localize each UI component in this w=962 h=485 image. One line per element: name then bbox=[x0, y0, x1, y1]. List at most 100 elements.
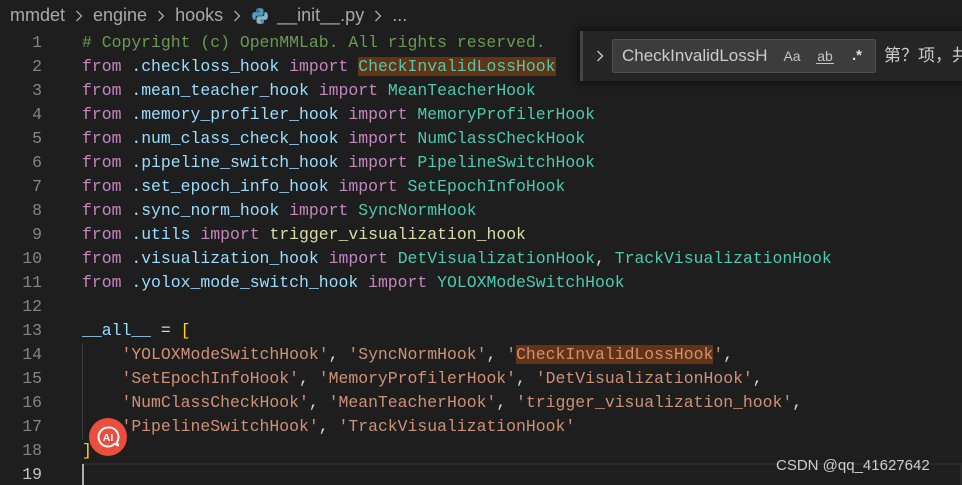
chevron-right-icon bbox=[158, 10, 165, 21]
breadcrumb-item-file[interactable]: __init__.py bbox=[277, 5, 364, 26]
line-content: from .checkloss_hook import CheckInvalid… bbox=[82, 55, 556, 79]
code-line-8[interactable]: 8 from .sync_norm_hook import SyncNormHoo… bbox=[0, 199, 962, 223]
code-token: import bbox=[318, 81, 388, 100]
code-line-9[interactable]: 9 from .utils import trigger_visualizatio… bbox=[0, 223, 962, 247]
code-token: 'SetEpochInfoHook' bbox=[82, 369, 300, 388]
code-token: import bbox=[348, 153, 418, 172]
line-number: 2 bbox=[32, 57, 42, 76]
find-input-box[interactable]: CheckInvalidLossH Aa ab .* bbox=[612, 39, 876, 73]
code-token: 'trigger_visualization_hook' bbox=[516, 393, 793, 412]
code-token: import bbox=[289, 57, 359, 76]
code-token: from bbox=[82, 129, 132, 148]
match-count: 第？项，共 bbox=[884, 46, 962, 65]
code-line-12[interactable]: 12 bbox=[0, 295, 962, 319]
ai-badge-label: AI bbox=[103, 432, 114, 444]
line-number: 18 bbox=[22, 441, 42, 460]
code-token: , bbox=[516, 369, 536, 388]
code-token: .set_epoch_info_hook bbox=[131, 177, 339, 196]
code-token: .mean_teacher_hook bbox=[131, 81, 319, 100]
code-token: from bbox=[82, 153, 132, 172]
find-input[interactable]: CheckInvalidLossH bbox=[622, 40, 774, 72]
code-line-3[interactable]: 3 from .mean_teacher_hook import MeanTeac… bbox=[0, 79, 962, 103]
code-token: ' bbox=[713, 345, 724, 364]
line-number: 16 bbox=[22, 393, 42, 412]
code-token: 'NumClassCheckHook' bbox=[82, 393, 309, 412]
line-content: from .mean_teacher_hook import MeanTeach… bbox=[82, 79, 536, 103]
breadcrumb-item-hooks[interactable]: hooks bbox=[175, 5, 223, 26]
line-content: 'SetEpochInfoHook', 'MemoryProfilerHook'… bbox=[82, 367, 762, 391]
code-token: from bbox=[82, 57, 132, 76]
code-line-10[interactable]: 10 from .visualization_hook import DetVis… bbox=[0, 247, 962, 271]
code-token: 'MemoryProfilerHook' bbox=[318, 369, 517, 388]
editor-window: mmdet engine hooks __init__.py ... 1 # Co… bbox=[0, 0, 962, 485]
code-line-13[interactable]: 13 __all__ = [ bbox=[0, 319, 962, 343]
code-editor[interactable]: 1 # Copyright (c) OpenMMLab. All rights r… bbox=[0, 31, 962, 485]
line-content: from .num_class_check_hook import NumCla… bbox=[82, 127, 585, 151]
code-line-6[interactable]: 6 from .pipeline_switch_hook import Pipel… bbox=[0, 151, 962, 175]
chevron-right-icon bbox=[76, 10, 83, 21]
code-token: import bbox=[368, 273, 438, 292]
line-content: # Copyright (c) OpenMMLab. All rights re… bbox=[82, 31, 546, 55]
code-token: , bbox=[318, 417, 339, 436]
breadcrumb-item-symbols[interactable]: ... bbox=[392, 5, 407, 26]
code-token: ' bbox=[506, 345, 517, 364]
code-line-14[interactable]: 14 'YOLOXModeSwitchHook', 'SyncNormHook'… bbox=[0, 343, 962, 367]
line-content: 'NumClassCheckHook', 'MeanTeacherHook', … bbox=[82, 391, 802, 415]
code-line-7[interactable]: 7 from .set_epoch_info_hook import SetEpo… bbox=[0, 175, 962, 199]
code-token: from bbox=[82, 81, 132, 100]
code-token: NumClassCheckHook bbox=[417, 129, 586, 148]
code-token: .memory_profiler_hook bbox=[131, 105, 349, 124]
match-whole-word-button[interactable]: ab bbox=[813, 45, 837, 67]
code-line-16[interactable]: 16 'NumClassCheckHook', 'MeanTeacherHook… bbox=[0, 391, 962, 415]
code-token: .yolox_mode_switch_hook bbox=[131, 273, 369, 292]
breadcrumb: mmdet engine hooks __init__.py ... bbox=[0, 0, 962, 31]
code-token: SetEpochInfoHook bbox=[407, 177, 566, 196]
code-line-5[interactable]: 5 from .num_class_check_hook import NumCl… bbox=[0, 127, 962, 151]
code-token: = bbox=[151, 321, 181, 340]
code-token: trigger_visualization_hook bbox=[269, 225, 526, 244]
breadcrumb-item-engine[interactable]: engine bbox=[93, 5, 147, 26]
code-line-17[interactable]: 17 'PipelineSwitchHook', 'TrackVisualiza… bbox=[0, 415, 962, 439]
line-content: from .visualization_hook import DetVisua… bbox=[82, 247, 832, 271]
code-token: TrackVisualizationHook bbox=[614, 249, 832, 268]
code-token: SyncNormHook bbox=[358, 201, 477, 220]
code-token: 'DetVisualizationHook' bbox=[535, 369, 753, 388]
code-token: .sync_norm_hook bbox=[131, 201, 290, 220]
code-token: 'TrackVisualizationHook' bbox=[338, 417, 576, 436]
code-token: from bbox=[82, 225, 132, 244]
code-token: # Copyright (c) OpenMMLab. All rights re… bbox=[82, 33, 546, 52]
code-token: .utils bbox=[131, 225, 201, 244]
line-content: from .memory_profiler_hook import Memory… bbox=[82, 103, 595, 127]
code-token: 'MeanTeacherHook' bbox=[328, 393, 497, 412]
code-token: , bbox=[792, 393, 803, 412]
line-number: 12 bbox=[22, 297, 42, 316]
line-content: from .set_epoch_info_hook import SetEpoc… bbox=[82, 175, 565, 199]
code-token: .checkloss_hook bbox=[131, 57, 290, 76]
breadcrumb-item-mmdet[interactable]: mmdet bbox=[10, 5, 65, 26]
code-lines: 1 # Copyright (c) OpenMMLab. All rights r… bbox=[0, 31, 962, 485]
line-number: 17 bbox=[22, 417, 42, 436]
code-token: PipelineSwitchHook bbox=[417, 153, 595, 172]
line-content: 'YOLOXModeSwitchHook', 'SyncNormHook', '… bbox=[82, 343, 733, 367]
line-content: from .utils import trigger_visualization… bbox=[82, 223, 526, 247]
indent-guide bbox=[82, 343, 83, 439]
use-regex-button[interactable]: .* bbox=[845, 45, 869, 67]
line-number: 4 bbox=[32, 105, 42, 124]
find-match-highlight: CheckInvalidLossHook bbox=[358, 57, 556, 76]
python-file-icon bbox=[252, 7, 268, 24]
code-token: , bbox=[594, 249, 615, 268]
code-line-11[interactable]: 11 from .yolox_mode_switch_hook import YO… bbox=[0, 271, 962, 295]
line-number: 9 bbox=[32, 225, 42, 244]
code-token: MeanTeacherHook bbox=[387, 81, 536, 100]
line-number: 14 bbox=[22, 345, 42, 364]
ai-assistant-button[interactable]: AI bbox=[89, 418, 127, 456]
toggle-replace-button[interactable] bbox=[589, 43, 611, 69]
line-content: __all__ = [ bbox=[82, 319, 191, 343]
code-token: from bbox=[82, 201, 132, 220]
code-line-15[interactable]: 15 'SetEpochInfoHook', 'MemoryProfilerHo… bbox=[0, 367, 962, 391]
code-line-4[interactable]: 4 from .memory_profiler_hook import Memor… bbox=[0, 103, 962, 127]
code-token: .visualization_hook bbox=[131, 249, 329, 268]
watermark: CSDN @qq_41627642 bbox=[776, 457, 930, 474]
match-case-button[interactable]: Aa bbox=[780, 45, 804, 67]
text-cursor bbox=[82, 464, 84, 485]
